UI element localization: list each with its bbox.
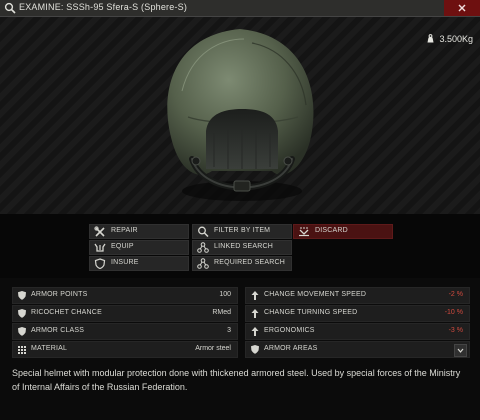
linked-search-button[interactable]: LINKED SEARCH	[192, 240, 292, 255]
stat-change-movement-speed: CHANGE MOVEMENT SPEED -2 %	[245, 287, 470, 304]
item-preview[interactable]: 3.500Kg	[0, 17, 480, 214]
discard-button[interactable]: DISCARD	[293, 224, 393, 239]
close-icon	[458, 4, 466, 12]
stat-change-turning-speed: CHANGE TURNING SPEED -10 %	[245, 305, 470, 322]
equip-button[interactable]: EQUIP	[89, 240, 189, 255]
insure-shield-icon	[94, 258, 106, 269]
stat-value: RMed	[212, 309, 231, 316]
armor-areas-dropdown[interactable]	[454, 344, 467, 357]
stat-value: -10 %	[444, 309, 463, 316]
title-bar[interactable]: EXAMINE: SSSh-95 Sfera-S (Sphere-S)	[0, 0, 480, 17]
stat-value: -2 %	[448, 291, 463, 298]
chevron-down-icon	[457, 348, 464, 353]
stat-value: 100	[219, 291, 231, 298]
close-button[interactable]	[444, 0, 480, 16]
stat-label: CHANGE MOVEMENT SPEED	[264, 291, 367, 298]
weight-value: 3.500Kg	[439, 34, 473, 44]
repair-label: REPAIR	[111, 227, 138, 234]
stat-armor-points: ARMOR POINTS 100	[12, 287, 238, 304]
helmet-image	[167, 29, 314, 201]
required-search-icon	[197, 258, 209, 269]
equip-icon	[94, 243, 106, 252]
speed-icon	[251, 291, 259, 300]
stat-value: 3	[227, 327, 231, 334]
stat-ergonomics: ERGONOMICS -3 %	[245, 323, 470, 340]
weight-readout: 3.500Kg	[426, 34, 473, 44]
examine-window: EXAMINE: SSSh-95 Sfera-S (Sphere-S) 3.50…	[0, 0, 480, 420]
linked-search-label: LINKED SEARCH	[214, 243, 274, 250]
stat-material: MATERIAL Armor steel	[12, 341, 238, 358]
stat-label: ARMOR CLASS	[31, 327, 85, 334]
insure-button[interactable]: INSURE	[89, 256, 189, 271]
speed-icon	[251, 327, 259, 336]
stat-value: -3 %	[448, 327, 463, 334]
shield-icon	[251, 345, 259, 354]
wrench-icon	[94, 226, 105, 237]
stat-value: Armor steel	[195, 345, 231, 352]
stat-armor-class: ARMOR CLASS 3	[12, 323, 238, 340]
shield-icon	[18, 291, 26, 300]
magnifier-icon	[4, 2, 16, 14]
required-search-button[interactable]: REQUIRED SEARCH	[192, 256, 292, 271]
action-panel: REPAIR FILTER BY ITEM DISCARD EQUIP LINK…	[0, 214, 480, 278]
window-title: EXAMINE: SSSh-95 Sfera-S (Sphere-S)	[19, 2, 188, 12]
stat-label: MATERIAL	[31, 345, 68, 352]
speed-icon	[251, 309, 259, 318]
filter-by-item-label: FILTER BY ITEM	[214, 227, 271, 234]
stat-armor-areas[interactable]: ARMOR AREAS	[245, 341, 470, 358]
discard-icon	[299, 227, 309, 237]
stat-label: CHANGE TURNING SPEED	[264, 309, 358, 316]
stat-ricochet-chance: RICOCHET CHANCE RMed	[12, 305, 238, 322]
item-description: Special helmet with modular protection d…	[12, 368, 461, 392]
grid-icon	[18, 346, 26, 354]
shield-icon	[18, 309, 26, 318]
repair-button[interactable]: REPAIR	[89, 224, 189, 239]
stat-label: ERGONOMICS	[264, 327, 315, 334]
search-icon	[198, 226, 209, 237]
filter-by-item-button[interactable]: FILTER BY ITEM	[192, 224, 292, 239]
stat-label: RICOCHET CHANCE	[31, 309, 102, 316]
stat-label: ARMOR POINTS	[31, 291, 88, 298]
insure-label: INSURE	[111, 259, 139, 266]
required-search-label: REQUIRED SEARCH	[214, 259, 286, 266]
linked-search-icon	[197, 242, 209, 253]
stat-label: ARMOR AREAS	[264, 345, 318, 352]
stats-panel: ARMOR POINTS 100 RICOCHET CHANCE RMed AR…	[0, 278, 480, 362]
discard-label: DISCARD	[315, 227, 348, 234]
equip-label: EQUIP	[111, 243, 134, 250]
shield-icon	[18, 327, 26, 336]
weight-icon	[427, 34, 434, 43]
